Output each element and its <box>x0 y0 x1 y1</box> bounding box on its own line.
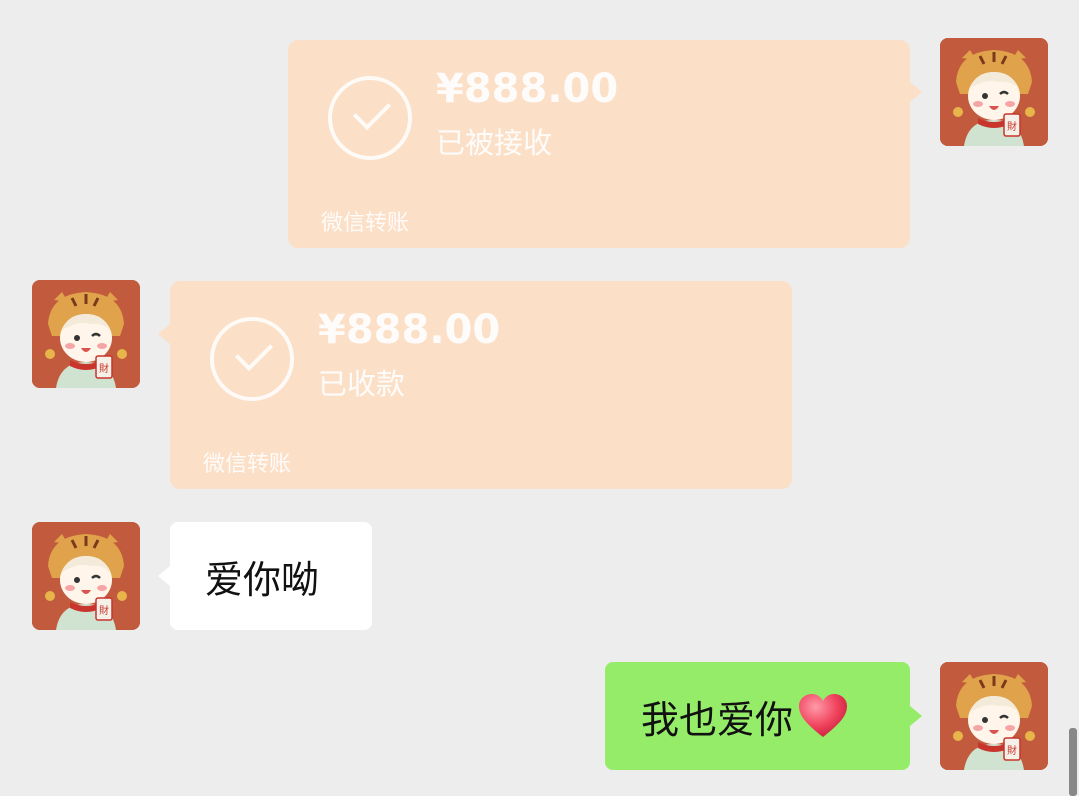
message-bubble-sent[interactable]: 我也爱你 <box>605 662 910 770</box>
bubble-tail <box>158 566 170 586</box>
chat-window: ¥888.00 已被接收 微信转账 ¥888.00 已收款 微信转账 爱你呦 我… <box>0 0 1079 796</box>
transfer-status: 已被接收 <box>436 126 553 160</box>
message-text: 我也爱你 <box>641 697 794 742</box>
check-circle-icon <box>328 76 412 160</box>
transfer-status: 已收款 <box>318 367 406 401</box>
transfer-amount: ¥888.00 <box>436 66 619 112</box>
avatar-other[interactable] <box>32 522 140 630</box>
bubble-tail <box>158 324 170 344</box>
message-bubble-received[interactable]: 爱你呦 <box>170 522 372 630</box>
transfer-amount: ¥888.00 <box>318 307 501 353</box>
bubble-tail <box>910 82 922 102</box>
heart-icon <box>799 694 848 737</box>
transfer-card-sent[interactable]: ¥888.00 已被接收 微信转账 <box>288 40 910 248</box>
avatar-other[interactable] <box>32 280 140 388</box>
transfer-card-received[interactable]: ¥888.00 已收款 微信转账 <box>170 281 792 489</box>
message-text: 爱你呦 <box>205 557 320 602</box>
transfer-footer: 微信转账 <box>321 211 410 236</box>
check-circle-icon <box>210 317 294 401</box>
transfer-footer: 微信转账 <box>203 452 292 477</box>
avatar-self[interactable] <box>940 662 1048 770</box>
bubble-tail <box>910 706 922 726</box>
avatar-self[interactable] <box>940 38 1048 146</box>
scrollbar[interactable] <box>1069 728 1077 796</box>
